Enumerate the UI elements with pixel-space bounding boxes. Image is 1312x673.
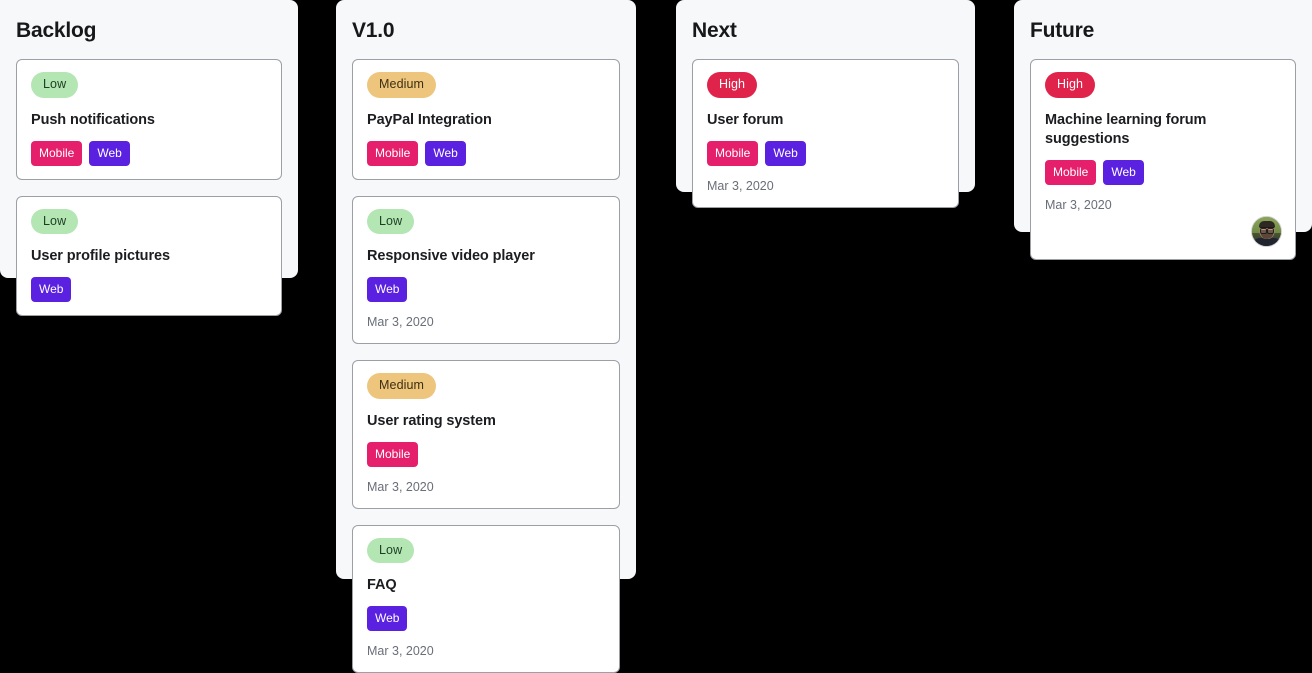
column-cards-future: High Machine learning forum suggestions …	[1030, 59, 1296, 260]
kanban-column-v10: V1.0 Medium PayPal Integration Mobile We…	[336, 0, 636, 579]
column-title-next: Next	[692, 0, 959, 45]
task-card[interactable]: Medium User rating system Mobile Mar 3, …	[352, 360, 620, 509]
tag-web[interactable]: Web	[367, 277, 407, 302]
tag-web[interactable]: Web	[765, 141, 805, 166]
priority-badge: Medium	[367, 72, 436, 98]
card-tags: Mobile Web	[707, 141, 944, 166]
kanban-column-next: Next High User forum Mobile Web Mar 3, 2…	[676, 0, 975, 192]
column-title-future: Future	[1030, 0, 1296, 45]
card-title: User profile pictures	[31, 247, 267, 266]
card-tags: Web	[367, 277, 605, 302]
tag-web[interactable]: Web	[367, 606, 407, 631]
priority-badge: Low	[31, 209, 78, 235]
card-tags: Mobile	[367, 442, 605, 467]
tag-mobile[interactable]: Mobile	[1045, 160, 1096, 185]
task-card[interactable]: Low FAQ Web Mar 3, 2020	[352, 525, 620, 673]
priority-badge: Low	[31, 72, 78, 98]
priority-badge: High	[1045, 72, 1095, 98]
task-card[interactable]: Low Push notifications Mobile Web	[16, 59, 282, 180]
card-date: Mar 3, 2020	[367, 644, 605, 659]
tag-web[interactable]: Web	[89, 141, 129, 166]
card-date: Mar 3, 2020	[1045, 198, 1281, 213]
card-title: User forum	[707, 111, 944, 130]
card-title: PayPal Integration	[367, 111, 605, 130]
tag-mobile[interactable]: Mobile	[367, 442, 418, 467]
column-title-backlog: Backlog	[16, 0, 282, 45]
card-tags: Web	[367, 606, 605, 631]
card-title: Responsive video player	[367, 247, 605, 266]
tag-web[interactable]: Web	[1103, 160, 1143, 185]
card-title: User rating system	[367, 412, 605, 431]
card-date: Mar 3, 2020	[707, 179, 944, 194]
tag-web[interactable]: Web	[425, 141, 465, 166]
kanban-board: Backlog Low Push notifications Mobile We…	[0, 0, 1312, 579]
column-cards-next: High User forum Mobile Web Mar 3, 2020	[692, 59, 959, 208]
card-date: Mar 3, 2020	[367, 480, 605, 495]
card-title: Machine learning forum suggestions	[1045, 111, 1281, 149]
task-card[interactable]: High User forum Mobile Web Mar 3, 2020	[692, 59, 959, 208]
task-card[interactable]: Low User profile pictures Web	[16, 196, 282, 317]
task-card[interactable]: High Machine learning forum suggestions …	[1030, 59, 1296, 260]
card-tags: Mobile Web	[1045, 160, 1281, 185]
card-title: Push notifications	[31, 111, 267, 130]
card-tags: Mobile Web	[31, 141, 267, 166]
card-tags: Web	[31, 277, 267, 302]
card-date: Mar 3, 2020	[367, 315, 605, 330]
tag-mobile[interactable]: Mobile	[31, 141, 82, 166]
card-footer	[1045, 217, 1281, 246]
task-card[interactable]: Medium PayPal Integration Mobile Web	[352, 59, 620, 180]
priority-badge: High	[707, 72, 757, 98]
kanban-column-backlog: Backlog Low Push notifications Mobile We…	[0, 0, 298, 278]
tag-web[interactable]: Web	[31, 277, 71, 302]
card-tags: Mobile Web	[367, 141, 605, 166]
avatar-shoulders	[1252, 238, 1281, 246]
column-cards-backlog: Low Push notifications Mobile Web Low Us…	[16, 59, 282, 316]
column-title-v10: V1.0	[352, 0, 620, 45]
task-card[interactable]: Low Responsive video player Web Mar 3, 2…	[352, 196, 620, 345]
priority-badge: Medium	[367, 373, 436, 399]
priority-badge: Low	[367, 209, 414, 235]
kanban-column-future: Future High Machine learning forum sugge…	[1014, 0, 1312, 232]
priority-badge: Low	[367, 538, 414, 564]
avatar-glasses-icon	[1260, 227, 1274, 232]
tag-mobile[interactable]: Mobile	[367, 141, 418, 166]
user-avatar[interactable]	[1252, 217, 1281, 246]
tag-mobile[interactable]: Mobile	[707, 141, 758, 166]
column-cards-v10: Medium PayPal Integration Mobile Web Low…	[352, 59, 620, 673]
